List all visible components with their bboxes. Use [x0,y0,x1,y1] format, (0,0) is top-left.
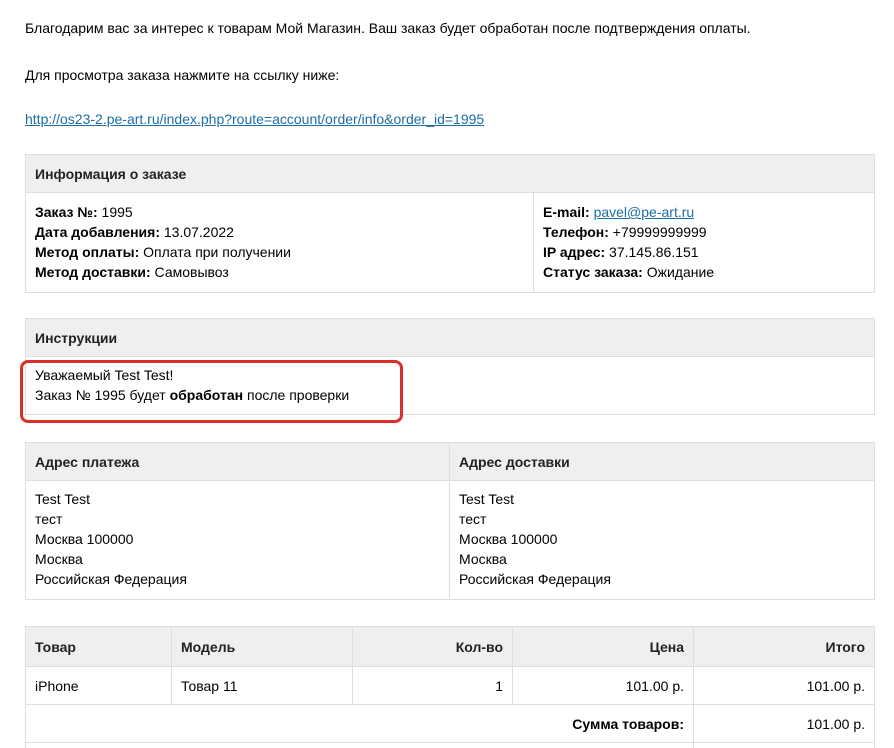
order-number-label: Заказ №: [35,204,98,220]
order-number-value: 1995 [101,204,133,220]
ip-row: IP адрес: 37.145.86.151 [543,242,865,262]
shipping-method-label: Метод доставки: [35,264,151,280]
shipping-address-header: Адрес доставки [449,442,875,481]
email-page: Благодарим вас за интерес к товарам Мой … [0,0,894,748]
shipping-address-line: Москва 100000 [459,531,558,547]
shipping-address: Test Test тест Москва 100000 Москва Росс… [449,480,875,600]
cell-product: iPhone [25,666,172,705]
cell-total: 101.00 р. [693,666,875,705]
email-link[interactable]: pavel@pe-art.ru [594,204,695,220]
shipping-method-row: Метод доставки: Самовывоз [35,262,524,282]
instructions-greeting: Уважаемый Test Test! [35,367,174,383]
subtotal-row: Сумма товаров: 101.00 р. [25,704,875,743]
products-table: Товар Модель Кол-во Цена Итого iPhone То… [25,626,875,748]
instructions-message: Заказ № 1995 будет обработан после прове… [35,385,865,405]
instructions-message-start: Заказ № 1995 будет [35,387,166,403]
addresses-table: Адрес платежа Адрес доставки Test Test т… [25,442,875,600]
payment-method-row: Метод оплаты: Оплата при получении [35,242,524,262]
phone-row: Телефон: +79999999999 [543,222,865,242]
payment-method-value: Оплата при получении [143,244,291,260]
subtotal-label-cell: Сумма товаров: [25,704,694,743]
shipping-address-line: Москва [459,551,507,567]
status-label: Статус заказа: [543,264,643,280]
payment-address-line: Российская Федерация [35,571,187,587]
order-info-right: E-mail: pavel@pe-art.ru Телефон: +799999… [533,192,875,293]
next-row-value-cell [693,742,875,748]
col-header-total: Итого [693,626,875,667]
payment-address-line: Москва 100000 [35,531,134,547]
payment-method-label: Метод оплаты: [35,244,140,260]
instructions-body: Уважаемый Test Test! Заказ № 1995 будет … [25,356,875,415]
ip-value: 37.145.86.151 [609,244,699,260]
status-value: Ожидание [646,264,715,280]
cell-model: Товар 11 [171,666,353,705]
next-row-partial [25,742,875,748]
subtotal-value: 101.00 р. [693,704,875,743]
instructions-table: Инструкции Уважаемый Test Test! Заказ № … [25,318,875,415]
col-header-model: Модель [171,626,353,667]
order-number-row: Заказ №: 1995 [35,202,524,222]
phone-label: Телефон: [543,224,609,240]
shipping-address-line: тест [459,511,487,527]
order-info-left: Заказ №: 1995 Дата добавления: 13.07.202… [25,192,534,293]
instructions-message-bold: обработан [169,387,244,403]
next-row-label-cell [25,742,694,748]
payment-address-line: тест [35,511,63,527]
col-header-price: Цена [512,626,694,667]
table-row: iPhone Товар 11 1 101.00 р. 101.00 р. [25,666,875,705]
shipping-method-value: Самовывоз [154,264,229,280]
payment-address-header: Адрес платежа [25,442,450,481]
email-label: E-mail: [543,204,590,220]
shipping-address-line: Test Test [459,491,514,507]
order-date-value: 13.07.2022 [163,224,234,240]
order-date-row: Дата добавления: 13.07.2022 [35,222,524,242]
order-link-line: http://os23-2.pe-art.ru/index.php?route=… [25,110,484,128]
order-link[interactable]: http://os23-2.pe-art.ru/index.php?route=… [25,111,484,127]
col-header-product: Товар [25,626,172,667]
payment-address-line: Test Test [35,491,90,507]
order-info-table: Информация о заказе Заказ №: 1995 Дата д… [25,154,875,293]
phone-value: +79999999999 [612,224,707,240]
instructions-message-end: после проверки [246,387,350,403]
cell-qty: 1 [352,666,513,705]
payment-address-line: Москва [35,551,83,567]
status-row: Статус заказа: Ожидание [543,262,865,282]
ip-label: IP адрес: [543,244,606,260]
col-header-qty: Кол-во [352,626,513,667]
instructions-header: Инструкции [25,318,875,357]
cell-price: 101.00 р. [512,666,694,705]
thanks-text: Благодарим вас за интерес к товарам Мой … [25,20,751,36]
order-date-label: Дата добавления: [35,224,160,240]
view-order-prompt: Для просмотра заказа нажмите на ссылку н… [25,67,340,83]
subtotal-label: Сумма товаров: [572,715,684,732]
email-row: E-mail: pavel@pe-art.ru [543,202,865,222]
shipping-address-line: Российская Федерация [459,571,611,587]
payment-address: Test Test тест Москва 100000 Москва Росс… [25,480,450,600]
order-info-header: Информация о заказе [25,154,875,193]
